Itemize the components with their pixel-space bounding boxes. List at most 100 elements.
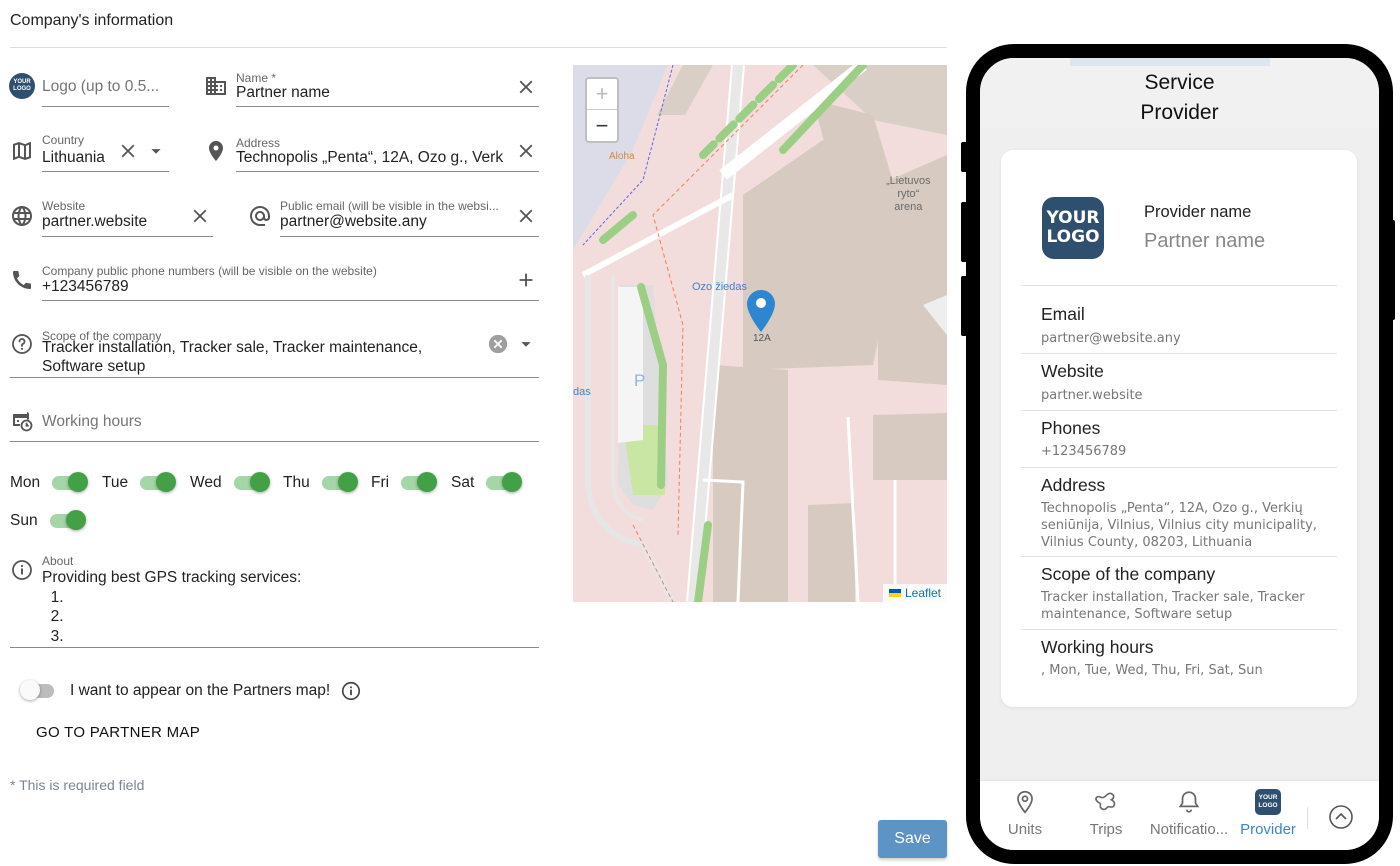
country-value: Lithuania (42, 149, 105, 166)
go-to-partner-map-button[interactable]: GO TO PARTNER MAP (24, 718, 212, 747)
partner-map-row: I want to appear on the Partners map! (20, 680, 362, 702)
switch-mon[interactable] (52, 472, 89, 494)
title-divider (10, 47, 947, 48)
trips-icon (1095, 792, 1116, 811)
website-clear-icon[interactable] (188, 204, 212, 228)
name-label: Name * (236, 71, 277, 85)
switch-thu[interactable] (321, 472, 358, 494)
ukraine-flag-icon (888, 589, 901, 597)
scope-field[interactable]: Scope of the company Tracker installatio… (10, 326, 539, 378)
nav-units[interactable]: Units (985, 789, 1065, 838)
phone-icon (10, 268, 34, 292)
address-field[interactable]: Address Technopolis „Penta“, 12A, Ozo g.… (236, 131, 539, 172)
location-pin-icon (204, 139, 228, 163)
info-section-email: Email partner@website.any (1021, 285, 1337, 353)
zoom-in-button[interactable]: + (587, 79, 617, 110)
public-email-clear-icon[interactable] (514, 204, 538, 228)
switch-sat[interactable] (486, 472, 523, 494)
map-attribution[interactable]: Leaflet (882, 584, 947, 602)
provider-name-value: Partner name (1144, 230, 1266, 252)
website-field[interactable]: Website partner.website (42, 196, 213, 237)
map-marker-label: 12A (753, 333, 771, 344)
map-marker[interactable] (747, 290, 775, 332)
name-field[interactable]: Name * Partner name (236, 66, 539, 107)
info-section-working-hours: Working hours , Mon, Tue, Wed, Thu, Fri,… (1021, 629, 1337, 689)
provider-logo: YOUR LOGO (1042, 197, 1104, 259)
add-phone-icon[interactable] (514, 268, 538, 292)
map-label-das: das (573, 386, 591, 398)
scope-dropdown-icon[interactable] (514, 332, 538, 356)
working-hours-field[interactable]: Working hours (10, 401, 539, 442)
info-section-phones: Phones +123456789 (1021, 410, 1337, 467)
partner-map-label: I want to appear on the Partners map! (70, 682, 331, 699)
about-value[interactable]: Providing best GPS tracking services: 1.… (42, 568, 301, 646)
day-toggle-sun[interactable]: Sun (10, 510, 86, 532)
map-pin-icon (1017, 790, 1033, 814)
public-email-field[interactable]: Public email (will be visible in the web… (280, 196, 539, 237)
about-label: About (42, 554, 74, 568)
public-email-label: Public email (will be visible in the web… (280, 199, 499, 213)
website-value: partner.website (42, 213, 148, 230)
scope-clear-icon[interactable] (486, 332, 510, 356)
page-title: Company's information (10, 12, 174, 29)
country-label: Country (42, 133, 85, 147)
map-label-arena: „Lietuvos ryto“ arena (886, 175, 931, 213)
phone-header: Service Provider (980, 58, 1379, 128)
day-toggle-fri[interactable]: Fri (371, 472, 438, 494)
map-icon (10, 139, 34, 163)
country-dropdown-icon[interactable] (144, 139, 168, 163)
scope-value-line2: Software setup (42, 358, 146, 375)
logo-badge-icon[interactable]: YOUR LOGO (9, 73, 35, 99)
day-toggle-sat[interactable]: Sat (451, 472, 523, 494)
partner-map-info-icon[interactable] (340, 680, 362, 702)
country-clear-icon[interactable] (116, 139, 140, 163)
chevron-up-circle-icon[interactable] (1327, 803, 1355, 831)
name-clear-icon[interactable] (514, 75, 538, 99)
phone-preview: Service Provider YOUR LOGO Provider name … (966, 44, 1393, 864)
location-map[interactable]: Aloha „Lietuvos ryto“ arena Ozo žiedas d… (573, 65, 947, 602)
switch-sun[interactable] (49, 510, 86, 532)
address-label: Address (236, 136, 281, 150)
name-value: Partner name (236, 84, 330, 101)
country-field[interactable]: Country Lithuania (42, 131, 169, 172)
nav-notifications[interactable]: Notificatio... (1146, 789, 1232, 838)
address-value: Technopolis „Penta“, 12A, Ozo g., Verkių (236, 149, 503, 166)
zoom-out-button[interactable]: − (587, 110, 617, 141)
scope-value-line1: Tracker installation, Tracker sale, Trac… (42, 339, 423, 356)
switch-wed[interactable] (233, 472, 270, 494)
map-label-ozo: Ozo žiedas (692, 281, 748, 293)
save-button[interactable]: Save (878, 820, 947, 858)
nav-provider[interactable]: YOUR LOGO Provider (1228, 789, 1308, 838)
phone-bottom-nav: Units Trips Notificatio... YOUR LOGO Prov… (980, 780, 1379, 850)
website-label: Website (42, 199, 86, 213)
phones-field[interactable]: Company public phone numbers (will be vi… (42, 261, 539, 301)
nav-trips[interactable]: Trips (1066, 789, 1146, 838)
info-section-website: Website partner.website (1021, 353, 1337, 410)
switch-tue[interactable] (140, 472, 177, 494)
public-email-value: partner@website.any (280, 213, 427, 230)
map-label-parking: P (634, 371, 646, 390)
provider-card: YOUR LOGO Provider name Partner name Emai… (1001, 150, 1357, 707)
at-sign-icon (248, 204, 272, 228)
day-toggle-wed[interactable]: Wed (190, 472, 270, 494)
zoom-control: + − (585, 77, 619, 143)
day-toggle-mon[interactable]: Mon (10, 472, 89, 494)
info-section-address: Address Technopolis „Penta“, 12A, Ozo g.… (1021, 467, 1337, 556)
partner-map-switch[interactable] (20, 680, 56, 702)
building-icon (204, 74, 228, 98)
day-toggle-thu[interactable]: Thu (283, 472, 358, 494)
logo-upload-field[interactable]: Logo (up to 0.5... (42, 66, 169, 107)
working-hours-placeholder: Working hours (42, 413, 142, 430)
address-clear-icon[interactable] (514, 139, 538, 163)
phone-header-title: Service Provider (1140, 71, 1219, 124)
logo-upload-placeholder: Logo (up to 0.5... (42, 78, 160, 95)
required-note: * This is required field (10, 777, 145, 793)
info-section-scope: Scope of the company Tracker installatio… (1021, 556, 1337, 629)
day-toggle-tue[interactable]: Tue (102, 472, 177, 494)
phones-value: +123456789 (42, 278, 129, 295)
nav-separator (1307, 807, 1308, 829)
provider-name-label: Provider name (1144, 203, 1252, 221)
phones-label: Company public phone numbers (will be vi… (42, 264, 377, 278)
switch-fri[interactable] (401, 472, 438, 494)
globe-icon (10, 204, 34, 228)
